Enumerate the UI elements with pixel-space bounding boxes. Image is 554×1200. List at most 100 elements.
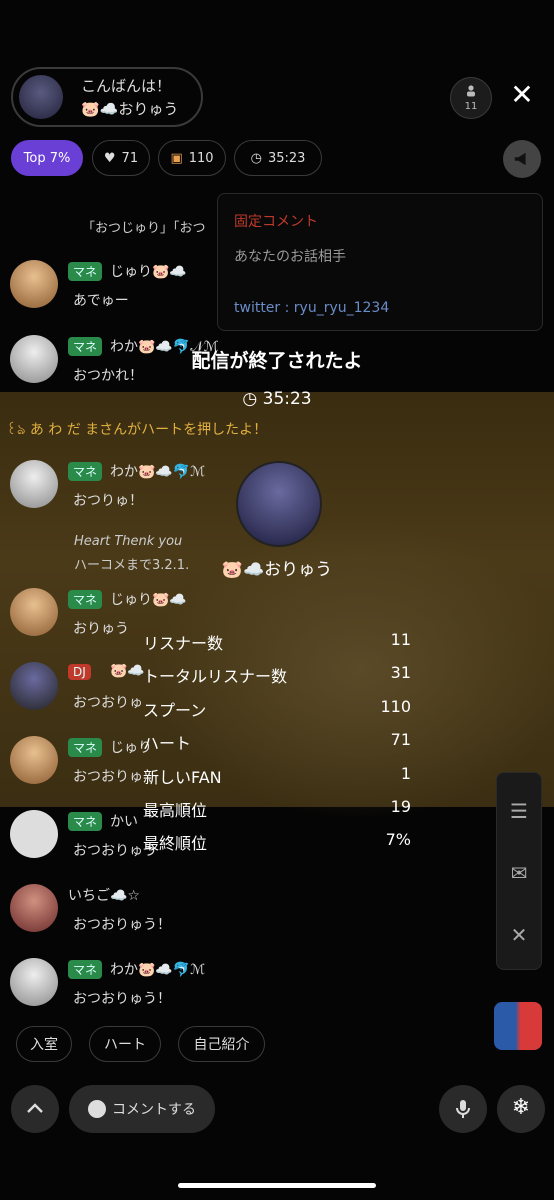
stat-label: ハート <box>143 734 192 754</box>
menu-icon[interactable]: ☰ <box>497 791 541 831</box>
chat-message[interactable]: マネ じゅり🐷☁️ あでゅー <box>10 260 430 320</box>
dj-badge: DJ <box>68 664 91 680</box>
system-message: 「おつじゅり」「おつ <box>82 221 206 236</box>
mail-icon[interactable]: ✉ <box>497 853 541 893</box>
role-badge: マネ <box>68 462 103 481</box>
pinned-title: 固定コメント <box>234 214 318 230</box>
stat-label: 最高順位 <box>143 800 208 820</box>
quick-heart-label: ハート <box>104 1037 146 1053</box>
user-name: 🐷☁️ <box>110 663 145 679</box>
clock-icon: ◷ <box>250 150 262 166</box>
stat-row: リスナー数 11 <box>143 630 411 663</box>
stat-value: 31 <box>390 663 411 683</box>
heart-count: 71 <box>121 150 139 166</box>
close-icon[interactable]: ✕ <box>507 80 537 110</box>
stat-value: 7% <box>385 830 411 850</box>
user-avatar <box>10 260 58 308</box>
stat-value: 1 <box>400 763 411 783</box>
stat-value: 19 <box>390 796 411 816</box>
stat-label: スプーン <box>143 700 207 720</box>
heart-notice: ꒰ঌ あ わ だ まさんがハートを押したよ！ <box>6 422 268 438</box>
stat-label: リスナー数 <box>143 634 224 653</box>
chevron-up-icon <box>27 1103 43 1113</box>
megaphone-button[interactable] <box>503 140 541 178</box>
host-avatar <box>19 75 63 119</box>
stat-row: スプーン 110 <box>143 697 411 730</box>
message-text: おつおりゅう！ <box>73 991 171 1007</box>
rank-chip[interactable]: Top 7% <box>11 140 83 176</box>
event-banner-button[interactable] <box>494 1002 542 1050</box>
user-name: いちご☁️☆ <box>68 888 140 904</box>
message-text: あでゅー <box>73 293 129 309</box>
listener-count: 11 <box>464 101 478 112</box>
user-avatar <box>10 958 58 1006</box>
close-menu-icon[interactable]: ✕ <box>497 915 541 955</box>
listener-count-button[interactable]: 11 <box>450 77 492 119</box>
gift-icon: ▣ <box>170 150 183 166</box>
user-avatar <box>10 884 58 932</box>
broadcast-ended-title: 配信が終了されたよ <box>191 350 363 372</box>
megaphone-icon <box>514 152 526 166</box>
clock-icon: ◷ <box>242 389 263 409</box>
rank-label: Top 7% <box>23 150 71 166</box>
user-name: じゅり🐷☁️ <box>110 592 187 608</box>
message-text: おつおりゅ <box>73 695 143 711</box>
user-avatar <box>10 588 58 636</box>
mic-icon <box>456 1100 470 1118</box>
comment-button[interactable]: コメントする <box>69 1085 215 1133</box>
message-text: おりゅう <box>73 621 129 637</box>
snowflake-button[interactable]: ❄ <box>497 1085 545 1133</box>
stat-value: 110 <box>380 696 411 716</box>
quick-heart-button[interactable]: ハート <box>89 1026 161 1062</box>
user-name: じゅり🐷☁️ <box>110 264 187 280</box>
stat-row: 最終順位 7% <box>143 830 411 863</box>
heart-icon: ♥ <box>103 150 116 166</box>
live-end-screen: こんばんは！ 🐷☁️おりゅう 11 ✕ Top 7% ♥ 71 ▣ 110 ◷ 35:… <box>0 0 554 1200</box>
host-profile-pill[interactable]: こんばんは！ 🐷☁️おりゅう <box>11 67 203 127</box>
host-large-avatar <box>236 461 322 547</box>
quick-enter-label: 入室 <box>30 1037 58 1053</box>
heart-chip[interactable]: ♥ 71 <box>92 140 150 176</box>
user-avatar <box>10 736 58 784</box>
side-menu: ☰ ✉ ✕ <box>496 772 542 970</box>
user-avatar <box>10 460 58 508</box>
broadcast-duration: ◷ 35:23 <box>0 389 554 409</box>
snowflake-icon: ❄ <box>511 1095 531 1120</box>
stat-value: 11 <box>390 630 411 649</box>
quick-intro-label: 自己紹介 <box>193 1037 250 1053</box>
time-chip[interactable]: ◷ 35:23 <box>234 140 322 176</box>
mic-button[interactable] <box>439 1085 487 1133</box>
user-name: わか🐷☁️🐬ℳ <box>110 962 206 978</box>
stat-label: 新しいFAN <box>143 767 222 787</box>
stat-row: ハート 71 <box>143 730 411 763</box>
home-indicator <box>178 1183 376 1188</box>
time-value: 35:23 <box>267 150 306 166</box>
user-avatar <box>10 810 58 858</box>
spoon-count: 110 <box>188 150 214 166</box>
quick-enter-button[interactable]: 入室 <box>16 1026 72 1062</box>
greeting-text: こんばんは！ <box>81 77 172 95</box>
chat-message[interactable]: マネ わか🐷☁️🐬ℳ おつりゅ！ <box>10 460 430 520</box>
user-name: かい <box>110 814 138 830</box>
chat-message[interactable]: いちご☁️☆ おつおりゅう！ <box>10 884 430 944</box>
user-name: わか🐷☁️🐬ℳ <box>110 464 206 480</box>
role-badge: マネ <box>68 812 103 831</box>
quick-intro-button[interactable]: 自己紹介 <box>178 1026 265 1062</box>
stat-row: 最高順位 19 <box>143 797 411 830</box>
role-badge: マネ <box>68 960 103 979</box>
user-avatar <box>10 662 58 710</box>
stat-value: 71 <box>390 730 411 750</box>
overlay-host-name: 🐷☁️おりゅう <box>221 560 333 580</box>
duration-value: 35:23 <box>262 389 312 409</box>
role-badge: マネ <box>68 738 103 757</box>
stat-row: 新しいFAN 1 <box>143 764 411 797</box>
spoon-chip[interactable]: ▣ 110 <box>158 140 226 176</box>
heart-thank-text: Heart Thenk you <box>74 534 183 549</box>
comment-label: コメントする <box>112 1102 196 1118</box>
role-badge: マネ <box>68 590 103 609</box>
chat-message[interactable]: マネ わか🐷☁️🐬ℳ おつおりゅう！ <box>10 958 430 1018</box>
expand-button[interactable] <box>11 1085 59 1133</box>
stat-label: 最終順位 <box>143 834 208 854</box>
broadcast-stats: リスナー数 11 トータルリスナー数 31 スプーン 110 ハート 71 新しいFAN… <box>143 630 411 864</box>
comment-icon <box>88 1100 106 1118</box>
